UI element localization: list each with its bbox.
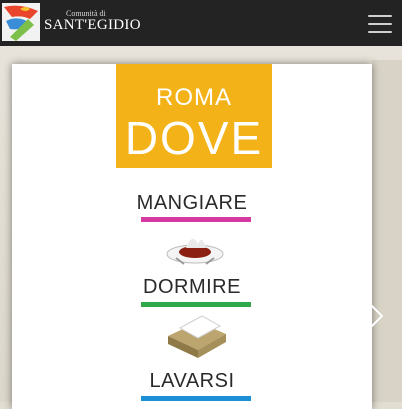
category-label-dormire: DORMIRE	[143, 276, 241, 298]
category-bar-lavarsi	[141, 396, 251, 401]
dove-logo-icon	[2, 3, 40, 41]
category-bar-mangiare	[141, 217, 251, 222]
category-label-lavarsi: LAVARSI	[149, 370, 235, 392]
chevron-left-icon[interactable]	[18, 292, 44, 340]
site-logo[interactable]: Comunità di SANT'EGIDIO	[0, 0, 141, 46]
chevron-right-icon[interactable]	[358, 292, 384, 340]
hamburger-menu-icon[interactable]	[368, 15, 392, 33]
food-plate-icon	[166, 238, 224, 265]
bed-pillow-icon	[168, 315, 226, 358]
menu-line	[368, 23, 392, 25]
slide-title-box: ROMA DOVE	[116, 64, 272, 168]
slide-title-main: DOVE	[124, 112, 264, 164]
category-bar-dormire	[141, 302, 251, 307]
category-label-mangiare: MANGIARE	[136, 192, 248, 214]
next-slide-peek	[372, 60, 402, 402]
logo-title: SANT'EGIDIO	[44, 17, 141, 33]
menu-line	[368, 15, 392, 17]
top-navbar: Comunità di SANT'EGIDIO	[0, 0, 402, 46]
menu-line	[368, 31, 392, 33]
carousel-slide: ROMA DOVE MANGIARE DORMIRE LAVARSI	[12, 64, 372, 409]
